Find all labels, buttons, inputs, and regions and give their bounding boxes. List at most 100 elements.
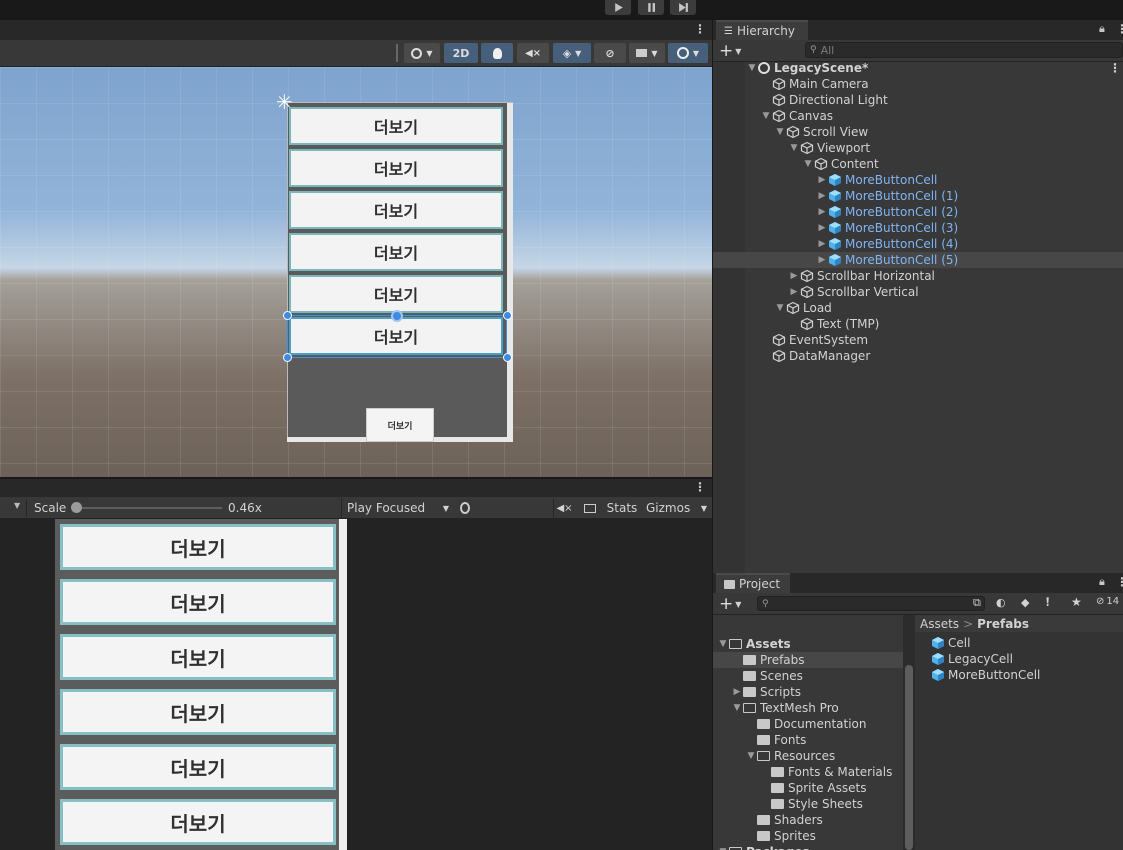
prefab-asset[interactable]: LegacyCell	[931, 651, 1040, 667]
folder-item[interactable]: Sprite Assets	[713, 780, 903, 796]
hierarchy-item[interactable]: ▶ Scrollbar Horizontal	[713, 268, 1123, 284]
pivot-handle[interactable]	[391, 310, 403, 322]
folder-item[interactable]: ▶ Scripts	[713, 684, 903, 700]
expand-arrow-icon[interactable]: ▶	[731, 687, 743, 697]
scene-cell[interactable]: 더보기	[289, 149, 503, 187]
hierarchy-item[interactable]: ▶ Scrollbar Vertical	[713, 284, 1123, 300]
more-options-icon[interactable]: ⋮	[1116, 22, 1123, 36]
hierarchy-item[interactable]: ▼ Content	[713, 156, 1123, 172]
more-options-icon[interactable]: ⋮	[1109, 61, 1121, 75]
rect-handle[interactable]	[283, 353, 292, 362]
collapse-arrow-icon[interactable]: ▼	[731, 703, 743, 713]
camera-dropdown[interactable]: ▼	[629, 43, 665, 63]
folder-item[interactable]: Scenes	[713, 668, 903, 684]
collapse-arrow-icon[interactable]: ▼	[717, 639, 729, 649]
star-icon[interactable]: ★	[1071, 595, 1082, 609]
expand-arrow-icon[interactable]: ▶	[816, 207, 828, 217]
mute-audio-toggle[interactable]: ◀×	[553, 499, 575, 517]
tree-scrollbar[interactable]	[903, 615, 915, 850]
play-mode-dropdown[interactable]: Play Focused ▼	[341, 498, 453, 518]
create-dropdown[interactable]: + ▼	[719, 41, 747, 61]
stats-toggle[interactable]: Stats	[603, 498, 641, 518]
lock-icon[interactable]: 🔒︎	[1099, 22, 1105, 36]
scene-viewport[interactable]: 더보기 더보기 더보기 더보기 더보기 더보기 더보기 ✳	[0, 67, 712, 477]
step-button[interactable]	[670, 0, 696, 15]
expand-arrow-icon[interactable]: ▶	[816, 175, 828, 185]
folder-item[interactable]: Fonts	[713, 732, 903, 748]
collapse-arrow-icon[interactable]: ▼	[774, 127, 786, 137]
folder-item[interactable]: Documentation	[713, 716, 903, 732]
prefab-asset[interactable]: MoreButtonCell	[931, 667, 1040, 683]
pause-button[interactable]	[638, 0, 664, 15]
expand-arrow-icon[interactable]: ▶	[816, 239, 828, 249]
more-options-icon[interactable]: ⋮	[694, 22, 706, 36]
tab-project[interactable]: Project	[716, 573, 790, 593]
gizmos-dropdown[interactable]: Gizmos ▼	[643, 498, 711, 518]
lighting-toggle[interactable]	[481, 43, 513, 63]
lock-icon[interactable]: 🔒︎	[1099, 575, 1105, 589]
hierarchy-item[interactable]: ▼ Scroll View	[713, 124, 1123, 140]
project-search-input[interactable]: ⚲	[757, 596, 985, 611]
game-cell[interactable]: 더보기	[60, 524, 336, 570]
more-options-icon[interactable]: ⋮	[694, 480, 706, 494]
folder-item[interactable]: Prefabs	[713, 652, 903, 668]
search-by-type-icon[interactable]: ⧉	[973, 596, 981, 610]
load-more-button[interactable]: 더보기	[366, 408, 434, 442]
scene-cell[interactable]: 더보기	[289, 233, 503, 271]
breadcrumb-prefabs[interactable]: Prefabs	[977, 617, 1029, 631]
hierarchy-item[interactable]: ▶ MoreButtonCell	[713, 172, 1123, 188]
scene-cell[interactable]: 더보기	[289, 107, 503, 145]
hidden-packages-toggle[interactable]: ⊘ 14	[1096, 596, 1119, 607]
effects-dropdown[interactable]: ◈ ▼	[553, 43, 591, 63]
rect-handle[interactable]	[503, 353, 512, 362]
collapse-arrow-icon[interactable]: ▼	[774, 303, 786, 313]
more-options-icon[interactable]: ⋮	[1116, 575, 1123, 589]
collapse-arrow-icon[interactable]: ▼	[802, 159, 814, 169]
game-scrollbar-vertical[interactable]	[339, 519, 347, 850]
label-icon[interactable]: ◆	[1021, 596, 1029, 609]
bug-toggle[interactable]	[455, 499, 475, 517]
hierarchy-item[interactable]: ▼ Load	[713, 300, 1123, 316]
expand-arrow-icon[interactable]: ▶	[816, 255, 828, 265]
expand-arrow-icon[interactable]: ▶	[816, 223, 828, 233]
hierarchy-item[interactable]: ▶ MoreButtonCell (2)	[713, 204, 1123, 220]
play-button[interactable]	[605, 0, 631, 15]
hierarchy-item[interactable]: ▶ MoreButtonCell (4)	[713, 236, 1123, 252]
scale-slider-thumb[interactable]	[71, 502, 82, 513]
folder-item[interactable]: Style Sheets	[713, 796, 903, 812]
game-viewport[interactable]: 더보기 더보기 더보기 더보기 더보기 더보기	[0, 519, 712, 850]
hierarchy-search-input[interactable]: ⚲ All	[805, 42, 1123, 58]
rect-handle[interactable]	[283, 311, 292, 320]
display-dropdown-arrow-icon[interactable]: ▼	[14, 501, 20, 510]
create-asset-dropdown[interactable]: + ▼	[719, 594, 747, 614]
folder-item[interactable]: ▼ TextMesh Pro	[713, 700, 903, 716]
breadcrumb-assets[interactable]: Assets	[920, 617, 959, 631]
folder-item[interactable]: Sprites	[713, 828, 903, 844]
game-cell[interactable]: 더보기	[60, 744, 336, 790]
warning-icon[interactable]: ❗︎	[1046, 595, 1049, 610]
collapse-arrow-icon[interactable]: ▼	[760, 111, 772, 121]
hierarchy-item[interactable]: DataManager	[713, 348, 1123, 364]
hierarchy-item[interactable]: Main Camera	[713, 76, 1123, 92]
hierarchy-item[interactable]: ▼ Viewport	[713, 140, 1123, 156]
expand-arrow-icon[interactable]: ▶	[788, 287, 800, 297]
collapse-arrow-icon[interactable]: ▼	[745, 751, 757, 761]
scale-slider-track[interactable]	[76, 507, 222, 509]
prefab-asset[interactable]: Cell	[931, 635, 1040, 651]
folder-item[interactable]: ▼Packages	[713, 844, 903, 850]
folder-item[interactable]: Shaders	[713, 812, 903, 828]
scene-cell[interactable]: 더보기	[289, 275, 503, 313]
game-cell[interactable]: 더보기	[60, 579, 336, 625]
expand-arrow-icon[interactable]: ▼	[746, 63, 758, 73]
hierarchy-item[interactable]: ▶ MoreButtonCell (1)	[713, 188, 1123, 204]
scene-row[interactable]: ▼ LegacyScene* ⋮	[713, 60, 1123, 76]
gizmos-dropdown[interactable]: ▼	[668, 43, 708, 63]
scrollbar-vertical[interactable]	[507, 103, 513, 441]
expand-arrow-icon[interactable]: ▶	[816, 191, 828, 201]
hierarchy-item[interactable]: Text (TMP)	[713, 316, 1123, 332]
scene-cell[interactable]: 더보기	[289, 191, 503, 229]
hierarchy-item[interactable]: EventSystem	[713, 332, 1123, 348]
folder-item[interactable]: ▼ Resources	[713, 748, 903, 764]
shading-mode-dropdown[interactable]: ▼	[404, 43, 440, 63]
hierarchy-item[interactable]: ▼ Canvas	[713, 108, 1123, 124]
